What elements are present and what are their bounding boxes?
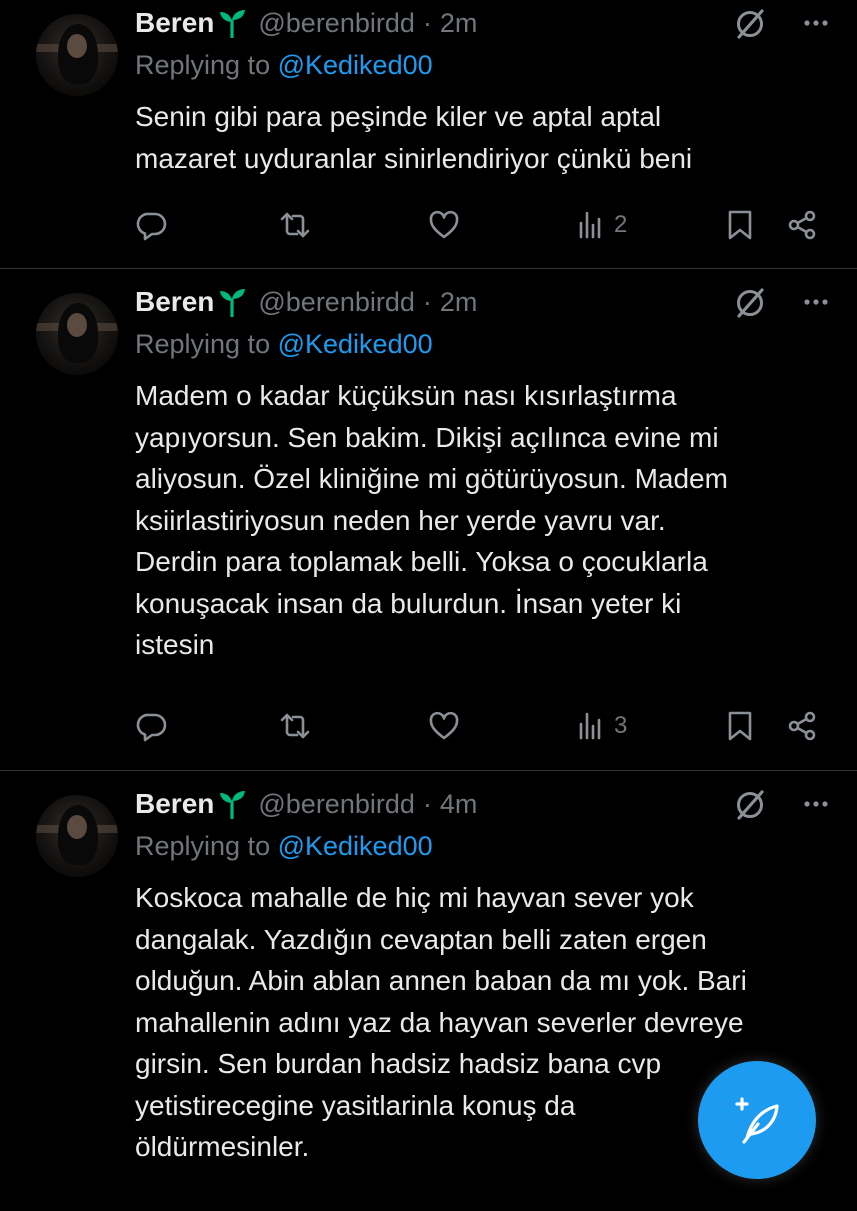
retweet-button[interactable] bbox=[279, 205, 311, 245]
user-handle[interactable]: @berenbirdd bbox=[258, 287, 415, 318]
share-icon bbox=[788, 711, 816, 741]
grok-slash-icon[interactable] bbox=[733, 286, 767, 320]
retweet-button[interactable] bbox=[279, 706, 311, 746]
views-count: 2 bbox=[614, 211, 628, 238]
replying-to-line: Replying to @Kediked00 bbox=[135, 831, 433, 862]
tweet-text: Senin gibi para peşinde kiler ve aptal a… bbox=[135, 101, 693, 174]
replying-to-line: Replying to @Kediked00 bbox=[135, 329, 433, 360]
tweet-actions: 2 bbox=[0, 205, 857, 245]
replying-to-mention[interactable]: @Kediked00 bbox=[278, 50, 433, 80]
replying-to-label: Replying to bbox=[135, 329, 271, 359]
tweet[interactable]: Beren @berenbirdd · 2m Replying to @Kedi… bbox=[0, 0, 857, 268]
separator-dot: · bbox=[422, 788, 432, 819]
timestamp[interactable]: 4m bbox=[440, 789, 478, 820]
grok-slash-icon[interactable] bbox=[733, 788, 767, 822]
heart-icon bbox=[429, 210, 459, 239]
more-options-icon[interactable] bbox=[801, 789, 831, 819]
tweet-actions: 3 bbox=[0, 706, 857, 746]
compose-button[interactable] bbox=[698, 1061, 816, 1179]
avatar[interactable] bbox=[36, 293, 118, 375]
tweet[interactable]: Beren @berenbirdd · 2m Replying to @Kedi… bbox=[0, 268, 857, 771]
reply-icon bbox=[136, 212, 167, 241]
tweet-text: Madem o kadar küçüksün nası kısırlaştırm… bbox=[135, 380, 728, 660]
sprout-icon bbox=[220, 10, 246, 38]
replying-to-line: Replying to @Kediked00 bbox=[135, 50, 433, 81]
compose-feather-icon bbox=[735, 1097, 779, 1144]
avatar-face bbox=[67, 815, 87, 839]
tweet-header: Beren @berenbirdd · 2m bbox=[135, 6, 857, 40]
avatar[interactable] bbox=[36, 14, 118, 96]
reply-button[interactable] bbox=[136, 205, 168, 245]
bookmark-button[interactable] bbox=[724, 706, 756, 746]
like-button[interactable] bbox=[428, 706, 460, 746]
reply-button[interactable] bbox=[136, 706, 168, 746]
bookmark-icon bbox=[728, 711, 752, 741]
share-icon bbox=[788, 210, 816, 240]
user-handle[interactable]: @berenbirdd bbox=[258, 789, 415, 820]
more-options-icon[interactable] bbox=[801, 287, 831, 317]
timestamp[interactable]: 2m bbox=[440, 287, 478, 318]
tweet-header: Beren @berenbirdd · 4m bbox=[135, 787, 857, 821]
bookmark-icon bbox=[728, 210, 752, 240]
separator-dot: · bbox=[422, 286, 432, 317]
avatar[interactable] bbox=[36, 795, 118, 877]
retweet-icon bbox=[280, 713, 310, 739]
avatar-face bbox=[67, 313, 87, 337]
share-button[interactable] bbox=[786, 706, 818, 746]
display-name[interactable]: Beren bbox=[135, 788, 214, 820]
retweet-icon bbox=[280, 212, 310, 238]
share-button[interactable] bbox=[786, 205, 818, 245]
views-chart-icon bbox=[579, 211, 601, 239]
tweet-header: Beren @berenbirdd · 2m bbox=[135, 285, 857, 319]
views-chart-icon bbox=[579, 712, 601, 740]
views-button[interactable]: 2 bbox=[576, 205, 627, 245]
sprout-icon bbox=[220, 289, 246, 317]
reply-icon bbox=[136, 713, 167, 742]
views-count: 3 bbox=[614, 712, 628, 739]
separator-dot: · bbox=[422, 7, 432, 38]
bookmark-button[interactable] bbox=[724, 205, 756, 245]
replying-to-label: Replying to bbox=[135, 50, 271, 80]
heart-icon bbox=[429, 711, 459, 740]
display-name[interactable]: Beren bbox=[135, 286, 214, 318]
avatar-face bbox=[67, 34, 87, 58]
user-handle[interactable]: @berenbirdd bbox=[258, 8, 415, 39]
display-name[interactable]: Beren bbox=[135, 7, 214, 39]
views-button[interactable]: 3 bbox=[576, 706, 627, 746]
replying-to-label: Replying to bbox=[135, 831, 271, 861]
sprout-icon bbox=[220, 791, 246, 819]
grok-slash-icon[interactable] bbox=[733, 7, 767, 41]
like-button[interactable] bbox=[428, 205, 460, 245]
more-options-icon[interactable] bbox=[801, 8, 831, 38]
timestamp[interactable]: 2m bbox=[440, 8, 478, 39]
replying-to-mention[interactable]: @Kediked00 bbox=[278, 329, 433, 359]
replying-to-mention[interactable]: @Kediked00 bbox=[278, 831, 433, 861]
